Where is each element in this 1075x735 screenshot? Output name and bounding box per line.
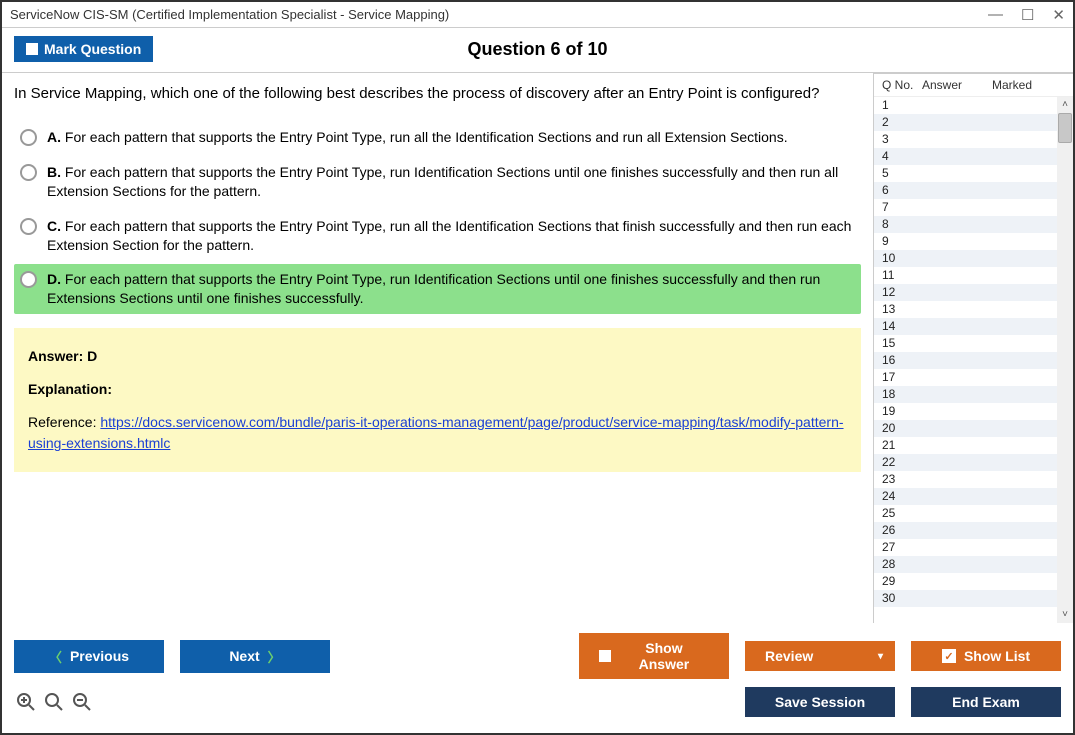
question-row[interactable]: 29: [874, 573, 1073, 590]
question-row[interactable]: 14: [874, 318, 1073, 335]
question-row[interactable]: 3: [874, 131, 1073, 148]
show-answer-label: Show Answer: [619, 640, 709, 672]
option-text: A. For each pattern that supports the En…: [47, 128, 788, 147]
next-button[interactable]: Next 〉: [180, 640, 330, 673]
zoom-reset-icon[interactable]: [44, 692, 64, 712]
reference-link[interactable]: https://docs.servicenow.com/bundle/paris…: [28, 414, 844, 451]
mark-question-label: Mark Question: [44, 41, 141, 57]
topbar: Mark Question Question 6 of 10: [2, 28, 1073, 73]
reference-line: Reference: https://docs.servicenow.com/b…: [28, 412, 847, 454]
show-list-label: Show List: [964, 648, 1030, 664]
question-row[interactable]: 30: [874, 590, 1073, 607]
review-button[interactable]: Review ▾: [745, 641, 895, 671]
question-row[interactable]: 2: [874, 114, 1073, 131]
checkbox-icon: [599, 650, 611, 662]
show-answer-button[interactable]: Show Answer: [579, 633, 729, 679]
question-row[interactable]: 24: [874, 488, 1073, 505]
question-row[interactable]: 21: [874, 437, 1073, 454]
explanation-label: Explanation:: [28, 379, 847, 400]
close-icon[interactable]: ✕: [1052, 6, 1065, 24]
chevron-left-icon: 〈: [49, 647, 62, 666]
check-icon: ✓: [942, 649, 956, 663]
next-label: Next: [229, 648, 259, 664]
question-row[interactable]: 16: [874, 352, 1073, 369]
end-exam-button[interactable]: End Exam: [911, 687, 1061, 717]
question-row[interactable]: 4: [874, 148, 1073, 165]
question-row[interactable]: 18: [874, 386, 1073, 403]
option-a[interactable]: A. For each pattern that supports the En…: [14, 122, 861, 153]
review-label: Review: [765, 648, 813, 664]
option-text: C. For each pattern that supports the En…: [47, 217, 855, 255]
radio-icon[interactable]: [20, 164, 37, 181]
footer: 〈 Previous Next 〉 Show Answer Review ▾ ✓…: [2, 623, 1073, 733]
chevron-right-icon: 〉: [268, 647, 281, 666]
end-exam-label: End Exam: [952, 694, 1020, 710]
chevron-down-icon: ▾: [878, 651, 883, 662]
question-row[interactable]: 17: [874, 369, 1073, 386]
question-list-sidebar: Q No. Answer Marked 12345678910111213141…: [873, 73, 1073, 623]
question-row[interactable]: 13: [874, 301, 1073, 318]
answer-explanation-box: Answer: D Explanation: Reference: https:…: [14, 328, 861, 472]
question-row[interactable]: 15: [874, 335, 1073, 352]
question-row[interactable]: 27: [874, 539, 1073, 556]
radio-icon[interactable]: [20, 271, 37, 288]
footer-row-2: Save Session End Exam: [14, 687, 1061, 717]
question-header: Question 6 of 10: [467, 39, 607, 60]
question-row[interactable]: 6: [874, 182, 1073, 199]
sidebar-header: Q No. Answer Marked: [874, 74, 1073, 97]
previous-button[interactable]: 〈 Previous: [14, 640, 164, 673]
save-session-label: Save Session: [775, 694, 865, 710]
zoom-in-icon[interactable]: [16, 692, 36, 712]
question-row[interactable]: 19: [874, 403, 1073, 420]
question-row[interactable]: 12: [874, 284, 1073, 301]
option-d[interactable]: D. For each pattern that supports the En…: [14, 264, 861, 314]
main-panel: In Service Mapping, which one of the fol…: [2, 73, 873, 623]
show-list-button[interactable]: ✓ Show List: [911, 641, 1061, 671]
question-row[interactable]: 26: [874, 522, 1073, 539]
question-row[interactable]: 22: [874, 454, 1073, 471]
previous-label: Previous: [70, 648, 129, 664]
window-controls: — ☐ ✕: [988, 6, 1065, 24]
question-row[interactable]: 11: [874, 267, 1073, 284]
question-list[interactable]: 1234567891011121314151617181920212223242…: [874, 97, 1073, 623]
save-session-button[interactable]: Save Session: [745, 687, 895, 717]
question-row[interactable]: 25: [874, 505, 1073, 522]
scrollbar-track[interactable]: ˄ ˅: [1057, 97, 1073, 623]
zoom-controls: [14, 692, 92, 712]
app-window: ServiceNow CIS-SM (Certified Implementat…: [0, 0, 1075, 735]
body: In Service Mapping, which one of the fol…: [2, 73, 1073, 623]
question-row[interactable]: 28: [874, 556, 1073, 573]
answer-line: Answer: D: [28, 346, 847, 367]
options-group: A. For each pattern that supports the En…: [14, 122, 861, 314]
question-row[interactable]: 8: [874, 216, 1073, 233]
question-row[interactable]: 10: [874, 250, 1073, 267]
radio-icon[interactable]: [20, 129, 37, 146]
option-c[interactable]: C. For each pattern that supports the En…: [14, 211, 861, 261]
col-answer: Answer: [922, 78, 992, 92]
question-text: In Service Mapping, which one of the fol…: [14, 83, 861, 104]
question-row[interactable]: 23: [874, 471, 1073, 488]
option-b[interactable]: B. For each pattern that supports the En…: [14, 157, 861, 207]
col-qno: Q No.: [882, 78, 922, 92]
zoom-out-icon[interactable]: [72, 692, 92, 712]
question-row[interactable]: 9: [874, 233, 1073, 250]
footer-row-1: 〈 Previous Next 〉 Show Answer Review ▾ ✓…: [14, 633, 1061, 679]
mark-question-button[interactable]: Mark Question: [14, 36, 153, 62]
radio-icon[interactable]: [20, 218, 37, 235]
window-title: ServiceNow CIS-SM (Certified Implementat…: [10, 7, 988, 22]
scroll-down-icon[interactable]: ˅: [1057, 607, 1073, 623]
titlebar: ServiceNow CIS-SM (Certified Implementat…: [2, 2, 1073, 28]
question-row[interactable]: 1: [874, 97, 1073, 114]
option-text: B. For each pattern that supports the En…: [47, 163, 855, 201]
option-text: D. For each pattern that supports the En…: [47, 270, 855, 308]
minimize-icon[interactable]: —: [988, 6, 1003, 24]
scroll-up-icon[interactable]: ˄: [1057, 97, 1073, 113]
maximize-icon[interactable]: ☐: [1021, 6, 1034, 24]
question-row[interactable]: 5: [874, 165, 1073, 182]
question-row[interactable]: 20: [874, 420, 1073, 437]
checkbox-icon: [26, 43, 38, 55]
question-row[interactable]: 7: [874, 199, 1073, 216]
col-marked: Marked: [992, 78, 1069, 92]
scrollbar-thumb[interactable]: [1058, 113, 1072, 143]
